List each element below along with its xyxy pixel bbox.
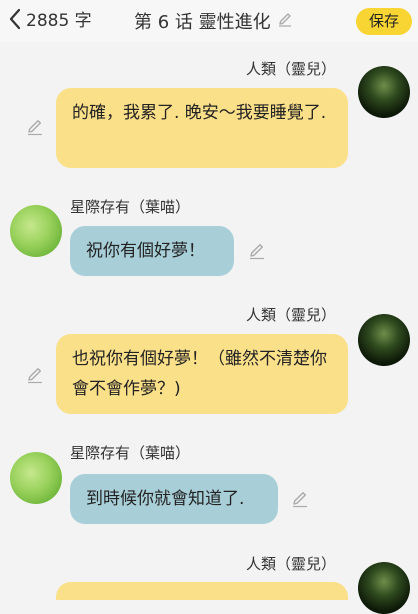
save-button[interactable]: 保存 <box>356 8 412 35</box>
edit-message-icon[interactable] <box>26 366 44 388</box>
edit-message-icon[interactable] <box>291 490 309 512</box>
sender-name: 人類（靈兒） <box>245 306 336 324</box>
message-bubble[interactable]: 到時候你就會知道了. <box>70 474 278 524</box>
chapter-title[interactable]: 第 6 话 靈性進化 <box>134 8 293 34</box>
avatar[interactable] <box>358 562 410 614</box>
word-count: 2885 字 <box>26 11 92 31</box>
sender-name: 星際存有（葉喵） <box>70 444 191 462</box>
message-bubble[interactable]: 祝你有個好夢！ <box>70 226 234 276</box>
sender-name: 人類（靈兒） <box>245 555 336 573</box>
avatar[interactable] <box>10 452 62 504</box>
chapter-title-text: 第 6 话 靈性進化 <box>134 12 271 33</box>
message-bubble[interactable]: 的確，我累了. 晚安～我要睡覺了. <box>56 88 348 168</box>
avatar[interactable] <box>358 314 410 366</box>
back-button[interactable]: 2885 字 <box>8 6 92 31</box>
edit-title-icon[interactable] <box>277 11 293 32</box>
message-bubble[interactable] <box>56 582 348 600</box>
edit-message-icon[interactable] <box>26 118 44 140</box>
avatar[interactable] <box>358 66 410 118</box>
chevron-left-icon <box>8 8 22 30</box>
sender-name: 星際存有（葉喵） <box>70 198 191 216</box>
message-bubble[interactable]: 也祝你有個好夢！（雖然不清楚你會不會作夢？) <box>56 334 348 414</box>
avatar[interactable] <box>10 205 62 257</box>
sender-name: 人類（靈兒） <box>245 60 336 78</box>
edit-message-icon[interactable] <box>248 242 266 264</box>
top-bar: 2885 字 第 6 话 靈性進化 保存 <box>0 0 418 42</box>
